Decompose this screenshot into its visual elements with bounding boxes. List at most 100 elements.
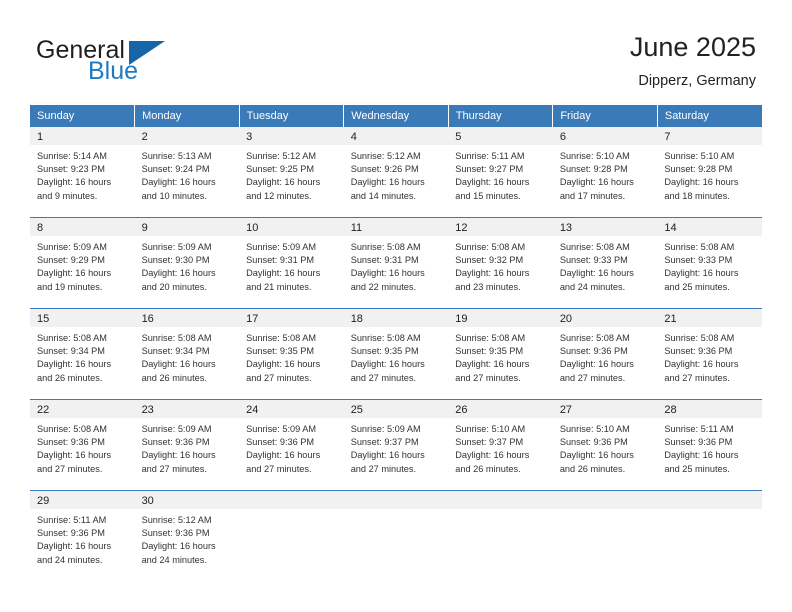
day-sunset-text: Sunset: 9:33 PM xyxy=(664,255,733,266)
calendar-day-cell[interactable]: 11 Sunrise: 5:08 AM Sunset: 9:31 PM Dayligh… xyxy=(343,217,449,309)
day-daylight-2-text: and 9 minutes. xyxy=(37,190,98,201)
calendar-day-cell[interactable]: 13 Sunrise: 5:08 AM Sunset: 9:33 PM Dayligh… xyxy=(552,217,658,309)
day-daylight-2-text: and 17 minutes. xyxy=(559,190,626,201)
day-number: 21 xyxy=(657,309,762,327)
calendar-day-cell[interactable]: 1 Sunrise: 5:14 AM Sunset: 9:23 PM Daylight… xyxy=(30,127,135,218)
day-details: Sunrise: 5:08 AM Sunset: 9:34 PM Daylight:… xyxy=(135,327,240,399)
day-details: Sunrise: 5:08 AM Sunset: 9:36 PM Daylight:… xyxy=(657,327,762,399)
day-number xyxy=(448,491,553,509)
calendar-day-cell[interactable]: 27 Sunrise: 5:10 AM Sunset: 9:36 PM Dayligh… xyxy=(552,399,658,491)
page-title: June 2025 xyxy=(629,32,756,62)
calendar-day-cell[interactable]: 18 Sunrise: 5:08 AM Sunset: 9:35 PM Dayligh… xyxy=(343,308,449,400)
day-details: Sunrise: 5:12 AM Sunset: 9:26 PM Daylight:… xyxy=(344,145,449,217)
calendar-day-cell[interactable]: 9 Sunrise: 5:09 AM Sunset: 9:30 PM Daylight… xyxy=(134,217,240,309)
day-number: 8 xyxy=(30,218,135,236)
calendar-day-cell[interactable]: 6 Sunrise: 5:10 AM Sunset: 9:28 PM Daylight… xyxy=(552,127,658,218)
day-details: Sunrise: 5:08 AM Sunset: 9:32 PM Daylight:… xyxy=(448,236,553,308)
day-daylight-1-text: Daylight: 16 hours xyxy=(37,541,112,552)
day-sunset-text: Sunset: 9:37 PM xyxy=(455,437,524,448)
general-blue-logo[interactable]: General Blue xyxy=(36,36,236,90)
day-details xyxy=(344,509,449,581)
day-sunset-text: Sunset: 9:25 PM xyxy=(246,164,315,175)
calendar-day-cell[interactable]: 29 Sunrise: 5:11 AM Sunset: 9:36 PM Dayligh… xyxy=(30,490,135,581)
calendar-day-cell[interactable]: 23 Sunrise: 5:09 AM Sunset: 9:36 PM Dayligh… xyxy=(134,399,240,491)
day-daylight-2-text: and 26 minutes. xyxy=(455,463,521,474)
calendar-day-cell[interactable]: 24 Sunrise: 5:09 AM Sunset: 9:36 PM Dayligh… xyxy=(239,399,344,491)
day-sunrise-text: Sunrise: 5:08 AM xyxy=(37,424,107,434)
day-details: Sunrise: 5:08 AM Sunset: 9:36 PM Daylight:… xyxy=(553,327,658,399)
day-sunrise-text: Sunrise: 5:08 AM xyxy=(664,242,735,252)
day-sunset-text: Sunset: 9:35 PM xyxy=(455,346,524,357)
day-daylight-2-text: and 27 minutes. xyxy=(664,372,730,383)
weekday-header-tuesday: Tuesday xyxy=(239,105,345,127)
day-sunset-text: Sunset: 9:37 PM xyxy=(350,437,419,448)
day-sunrise-text: Sunrise: 5:08 AM xyxy=(455,333,526,343)
calendar-day-cell[interactable]: 14 Sunrise: 5:08 AM Sunset: 9:33 PM Dayligh… xyxy=(657,217,762,309)
calendar-day-cell[interactable]: 8 Sunrise: 5:09 AM Sunset: 9:29 PM Daylight… xyxy=(30,217,135,309)
calendar-day-cell[interactable]: 7 Sunrise: 5:10 AM Sunset: 9:28 PM Daylight… xyxy=(657,127,762,218)
calendar-day-cell[interactable]: 20 Sunrise: 5:08 AM Sunset: 9:36 PM Dayligh… xyxy=(552,308,658,400)
day-number: 9 xyxy=(134,218,240,236)
day-number: 26 xyxy=(448,400,553,418)
day-sunset-text: Sunset: 9:33 PM xyxy=(559,255,628,266)
day-details: Sunrise: 5:12 AM Sunset: 9:25 PM Daylight:… xyxy=(239,145,344,217)
day-daylight-1-text: Daylight: 16 hours xyxy=(37,268,112,279)
day-daylight-1-text: Daylight: 16 hours xyxy=(37,450,112,461)
calendar-day-cell[interactable]: 3 Sunrise: 5:12 AM Sunset: 9:25 PM Daylight… xyxy=(239,127,344,218)
calendar-day-cell[interactable]: 25 Sunrise: 5:09 AM Sunset: 9:37 PM Dayligh… xyxy=(343,399,449,491)
calendar-day-cell[interactable]: 22 Sunrise: 5:08 AM Sunset: 9:36 PM Dayligh… xyxy=(30,399,135,491)
day-daylight-2-text: and 27 minutes. xyxy=(141,463,207,474)
day-daylight-2-text: and 26 minutes. xyxy=(141,372,207,383)
calendar-day-cell[interactable]: 4 Sunrise: 5:12 AM Sunset: 9:26 PM Daylight… xyxy=(343,127,449,218)
day-daylight-2-text: and 19 minutes. xyxy=(37,281,103,292)
day-daylight-2-text: and 25 minutes. xyxy=(664,463,730,474)
day-daylight-2-text: and 27 minutes. xyxy=(559,372,626,383)
day-number xyxy=(657,491,762,509)
day-daylight-1-text: Daylight: 16 hours xyxy=(664,359,739,370)
calendar-day-cell[interactable]: 16 Sunrise: 5:08 AM Sunset: 9:34 PM Dayligh… xyxy=(134,308,240,400)
calendar-day-cell[interactable]: 2 Sunrise: 5:13 AM Sunset: 9:24 PM Daylight… xyxy=(134,127,240,218)
weekday-header-thursday: Thursday xyxy=(448,105,554,127)
day-sunset-text: Sunset: 9:29 PM xyxy=(37,255,105,266)
calendar-day-cell[interactable]: 17 Sunrise: 5:08 AM Sunset: 9:35 PM Dayligh… xyxy=(239,308,344,400)
calendar-cell-empty xyxy=(239,490,344,581)
day-details: Sunrise: 5:10 AM Sunset: 9:36 PM Daylight:… xyxy=(553,418,658,490)
day-details: Sunrise: 5:10 AM Sunset: 9:37 PM Daylight:… xyxy=(448,418,553,490)
calendar-day-cell[interactable]: 30 Sunrise: 5:12 AM Sunset: 9:36 PM Dayligh… xyxy=(134,490,240,581)
calendar-day-cell[interactable]: 5 Sunrise: 5:11 AM Sunset: 9:27 PM Daylight… xyxy=(448,127,553,218)
day-details: Sunrise: 5:08 AM Sunset: 9:36 PM Daylight:… xyxy=(30,418,135,490)
calendar-day-cell[interactable]: 26 Sunrise: 5:10 AM Sunset: 9:37 PM Dayligh… xyxy=(448,399,553,491)
day-daylight-2-text: and 26 minutes. xyxy=(37,372,103,383)
calendar-page: General Blue June 2025 Dipperz, Germany … xyxy=(0,0,792,612)
day-number: 16 xyxy=(134,309,240,327)
calendar-week-row: 8 Sunrise: 5:09 AM Sunset: 9:29 PM Daylight… xyxy=(30,217,762,309)
day-sunrise-text: Sunrise: 5:09 AM xyxy=(37,242,107,252)
calendar-cell-empty xyxy=(448,490,553,581)
day-number: 30 xyxy=(134,491,240,509)
day-number: 23 xyxy=(134,400,240,418)
day-daylight-1-text: Daylight: 16 hours xyxy=(559,268,634,279)
day-number: 15 xyxy=(30,309,135,327)
day-sunrise-text: Sunrise: 5:08 AM xyxy=(664,333,735,343)
calendar-day-cell[interactable]: 12 Sunrise: 5:08 AM Sunset: 9:32 PM Dayligh… xyxy=(448,217,553,309)
calendar-day-cell[interactable]: 15 Sunrise: 5:08 AM Sunset: 9:34 PM Dayligh… xyxy=(30,308,135,400)
calendar-cell-empty xyxy=(657,490,762,581)
calendar-day-cell[interactable]: 28 Sunrise: 5:11 AM Sunset: 9:36 PM Dayligh… xyxy=(657,399,762,491)
calendar-week-row: 29 Sunrise: 5:11 AM Sunset: 9:36 PM Dayligh… xyxy=(30,490,762,581)
weekday-header-friday: Friday xyxy=(552,105,658,127)
day-daylight-1-text: Daylight: 16 hours xyxy=(141,541,216,552)
day-daylight-2-text: and 27 minutes. xyxy=(350,372,417,383)
calendar-day-cell[interactable]: 21 Sunrise: 5:08 AM Sunset: 9:36 PM Dayligh… xyxy=(657,308,762,400)
day-daylight-2-text: and 20 minutes. xyxy=(141,281,207,292)
day-sunrise-text: Sunrise: 5:09 AM xyxy=(246,242,317,252)
calendar-day-cell[interactable]: 10 Sunrise: 5:09 AM Sunset: 9:31 PM Dayligh… xyxy=(239,217,344,309)
day-number: 7 xyxy=(657,127,762,145)
calendar-day-cell[interactable]: 19 Sunrise: 5:08 AM Sunset: 9:35 PM Dayligh… xyxy=(448,308,553,400)
day-daylight-2-text: and 18 minutes. xyxy=(664,190,730,201)
day-sunset-text: Sunset: 9:31 PM xyxy=(350,255,419,266)
page-header: General Blue June 2025 Dipperz, Germany xyxy=(0,0,792,100)
day-daylight-1-text: Daylight: 16 hours xyxy=(350,177,425,188)
day-daylight-2-text: and 21 minutes. xyxy=(246,281,312,292)
day-sunrise-text: Sunrise: 5:12 AM xyxy=(350,151,421,161)
day-details: Sunrise: 5:09 AM Sunset: 9:30 PM Daylight:… xyxy=(135,236,240,308)
